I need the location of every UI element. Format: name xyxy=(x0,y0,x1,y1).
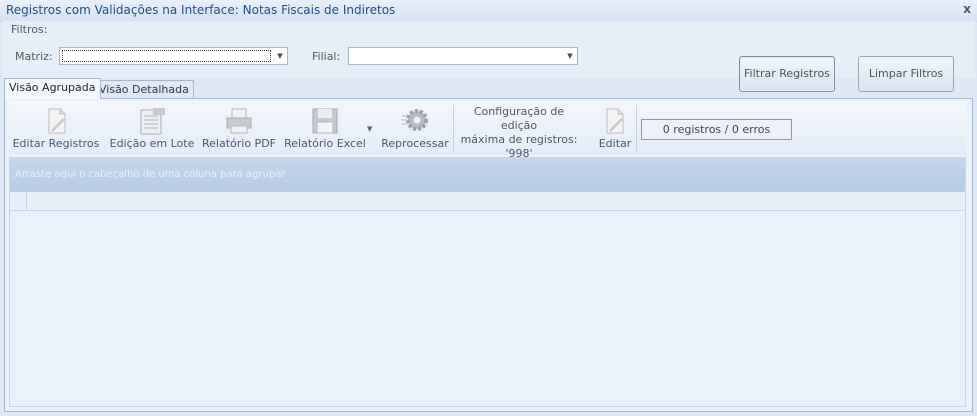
toolbar-separator xyxy=(636,105,637,151)
row-indicator-header xyxy=(10,192,27,210)
records-errors-status: 0 registros / 0 erros xyxy=(641,119,792,140)
reprocess-label: Reprocessar xyxy=(381,137,449,150)
chevron-down-icon[interactable]: ▼ xyxy=(563,48,577,64)
filial-combobox[interactable]: ▼ xyxy=(348,47,578,65)
group-by-panel[interactable]: Arraste aqui o cabeçalho de uma coluna p… xyxy=(10,158,965,192)
pdf-report-label: Relatório PDF xyxy=(202,137,276,150)
max-edit-config-text: Configuração de edição máxima de registr… xyxy=(455,105,583,161)
tab-detailed-view[interactable]: Visão Detalhada xyxy=(94,80,194,98)
reprocess-button[interactable]: Reprocessar xyxy=(379,101,451,155)
toolbar-separator xyxy=(453,105,454,151)
batch-edit-label: Edição em Lote xyxy=(109,137,195,150)
group-by-hint: Arraste aqui o cabeçalho de uma coluna p… xyxy=(15,169,286,180)
config-line-2: máxima de registros: xyxy=(460,133,578,146)
edit-config-button[interactable]: Editar xyxy=(595,101,635,155)
matriz-label: Matriz: xyxy=(15,50,53,63)
filters-section-label: Filtros: xyxy=(11,23,48,36)
page-edit-icon xyxy=(606,108,624,134)
filial-label: Filial: xyxy=(312,50,341,63)
data-grid[interactable]: Arraste aqui o cabeçalho de uma coluna p… xyxy=(9,157,966,407)
chevron-down-icon[interactable]: ▼ xyxy=(273,48,287,64)
printer-pdf-icon xyxy=(226,108,252,134)
chevron-down-icon[interactable]: ▼ xyxy=(367,125,372,133)
edit-config-label: Editar xyxy=(598,137,632,150)
tab-grouped-view[interactable]: Visão Agrupada xyxy=(4,78,101,99)
matriz-combobox[interactable]: ▼ xyxy=(59,47,288,65)
excel-report-label: Relatório Excel xyxy=(284,137,366,150)
grid-header-row[interactable] xyxy=(10,192,965,211)
edit-records-label: Editar Registros xyxy=(12,137,100,150)
pdf-report-button[interactable]: Relatório PDF xyxy=(199,101,279,155)
floppy-excel-icon xyxy=(312,108,338,134)
toolbar: Editar Registros Edição em Lote Relatóri… xyxy=(9,101,966,160)
edit-records-button[interactable]: Editar Registros xyxy=(9,101,103,155)
view-tabs: Visão Agrupada Visão Detalhada xyxy=(0,78,977,99)
title-bar: Registros com Validações na Interface: N… xyxy=(0,0,977,22)
excel-report-button[interactable]: Relatório Excel xyxy=(283,101,367,155)
close-icon[interactable]: x xyxy=(963,2,971,16)
batch-edit-icon xyxy=(140,108,165,135)
batch-edit-button[interactable]: Edição em Lote xyxy=(107,101,197,155)
document-edit-icon xyxy=(48,108,66,134)
focus-rectangle xyxy=(62,50,271,62)
gear-reprocess-icon xyxy=(401,109,428,131)
tab-content: Editar Registros Edição em Lote Relatóri… xyxy=(4,98,973,412)
config-line-1: Configuração de edição xyxy=(473,105,565,132)
window-title: Registros com Validações na Interface: N… xyxy=(6,3,396,17)
filters-panel: Filtros: Matriz: ▼ Filial: ▼ Filtrar Reg… xyxy=(2,21,975,92)
